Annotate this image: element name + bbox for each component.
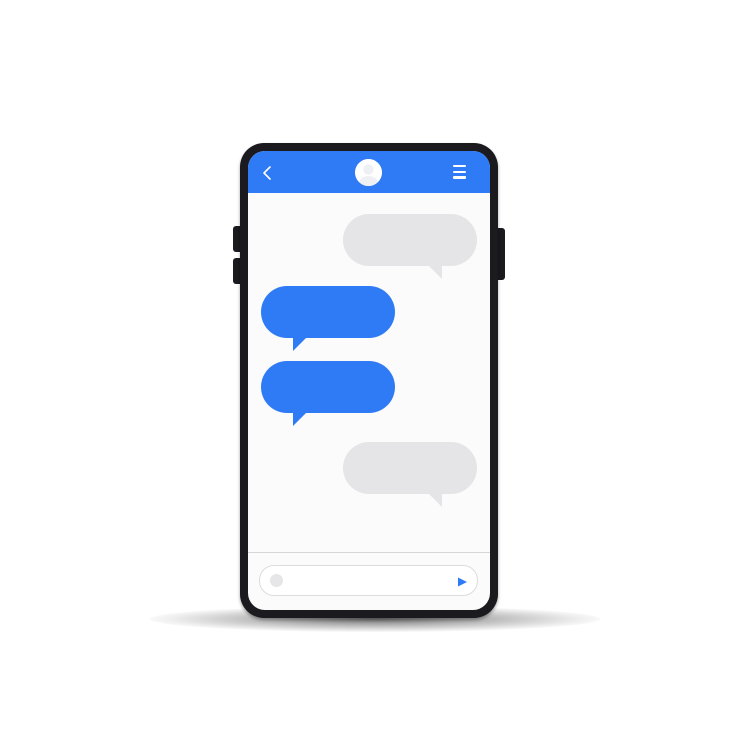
attach-icon[interactable] [270, 574, 283, 587]
send-icon [458, 577, 467, 587]
bubble-tail [293, 336, 308, 351]
outgoing-message-bubble [261, 286, 395, 351]
message-text [261, 361, 262, 362]
bubble-tail [293, 411, 308, 426]
incoming-message-bubble [343, 442, 477, 507]
message-text [343, 442, 344, 443]
chat-header [248, 151, 490, 193]
illustration-stage [0, 0, 750, 750]
message-list [248, 193, 490, 553]
chevron-left-icon [263, 166, 271, 180]
message-input[interactable] [290, 571, 440, 589]
outgoing-message-bubble [261, 361, 395, 426]
phone-screen [248, 151, 490, 610]
user-icon [355, 159, 382, 186]
hamburger-menu-icon [453, 165, 469, 179]
avatar[interactable] [355, 159, 382, 186]
incoming-message-bubble [343, 214, 477, 279]
message-text [261, 286, 262, 287]
bubble-tail [427, 492, 442, 507]
message-text [343, 214, 344, 215]
bubble-tail [427, 264, 442, 279]
message-composer [259, 565, 478, 596]
send-button[interactable] [456, 575, 468, 587]
composer-divider [248, 552, 490, 553]
back-button[interactable] [258, 163, 278, 183]
menu-button[interactable] [453, 165, 469, 181]
